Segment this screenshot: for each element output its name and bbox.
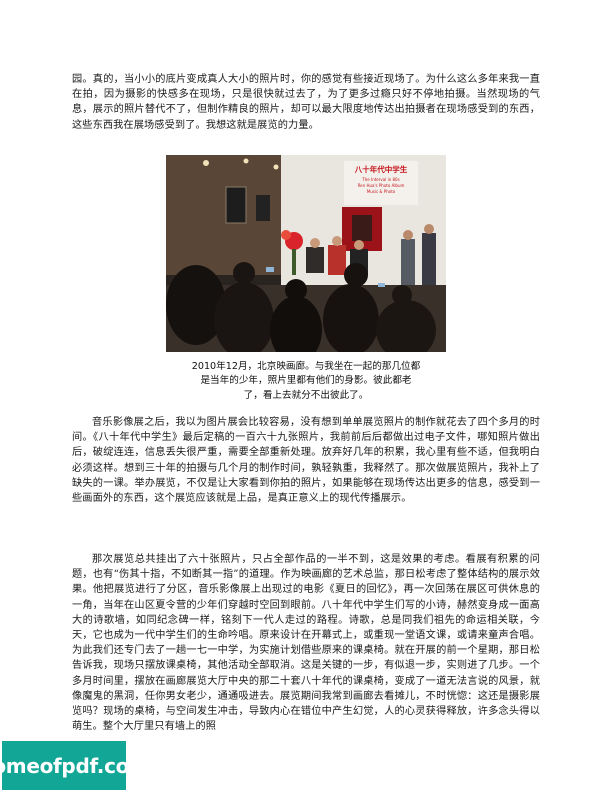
- camera-screen: [378, 283, 385, 287]
- document-page: 园。真的，当小小的底片变成真人大小的照片时，你的感觉有些接近现场了。为什么这么多…: [0, 0, 612, 792]
- gallery-photo: 八十年代中学生 The Interval in 80s Ren Hua's Ph…: [166, 155, 446, 352]
- paragraph-2: 音乐影像展之后，我以为图片展会比较容易，没有想到单单展览照片的制作就花去了四个多…: [72, 417, 540, 505]
- standing-person: [422, 233, 436, 289]
- standing-person: [401, 239, 415, 285]
- ceiling-light: [273, 164, 279, 170]
- paragraph-3: 那次展览总共挂出了六十张照片，只占全部作品的一半不到，这是效果的考虑。看展有积累…: [72, 554, 540, 733]
- banner-line-2: The Interval in 80s: [361, 177, 399, 182]
- wall-photo-frame: [225, 186, 247, 224]
- ceiling-light: [243, 158, 249, 164]
- watermark-badge[interactable]: homeofpdf.com: [0, 741, 150, 790]
- flower-stand: [292, 249, 296, 275]
- flower-bouquet: [281, 230, 291, 240]
- banner-line-3: Ren Hua's Photo Album: [358, 183, 405, 188]
- seated-person: [328, 245, 346, 275]
- photo-caption: 2010年12月，北京映画廊。与我坐在一起的那几位都 是当年的少年，照片里都有他…: [150, 360, 462, 403]
- caption-line-3: 了，看上去就分不出彼此了。: [243, 389, 369, 401]
- poster-figure: [352, 215, 372, 241]
- ceiling-light: [203, 160, 209, 166]
- banner-title: 八十年代中学生: [354, 164, 408, 174]
- caption-line-2: 是当年的少年，照片里都有他们的身影。彼此都老: [200, 375, 412, 387]
- paragraph-1: 园。真的，当小小的底片变成真人大小的照片时，你的感觉有些接近现场了。为什么这么多…: [72, 74, 540, 131]
- watermark-text: homeofpdf.com: [0, 753, 150, 778]
- camera-screen: [266, 267, 274, 272]
- wall-photo-frame: [256, 195, 270, 221]
- caption-line-1: 2010年12月，北京映画廊。与我坐在一起的那几位都: [191, 361, 421, 372]
- banner-line-4: Music & Photo: [367, 189, 396, 194]
- gallery-photo-illustration: 八十年代中学生 The Interval in 80s Ren Hua's Ph…: [166, 155, 446, 352]
- seated-person: [306, 247, 324, 273]
